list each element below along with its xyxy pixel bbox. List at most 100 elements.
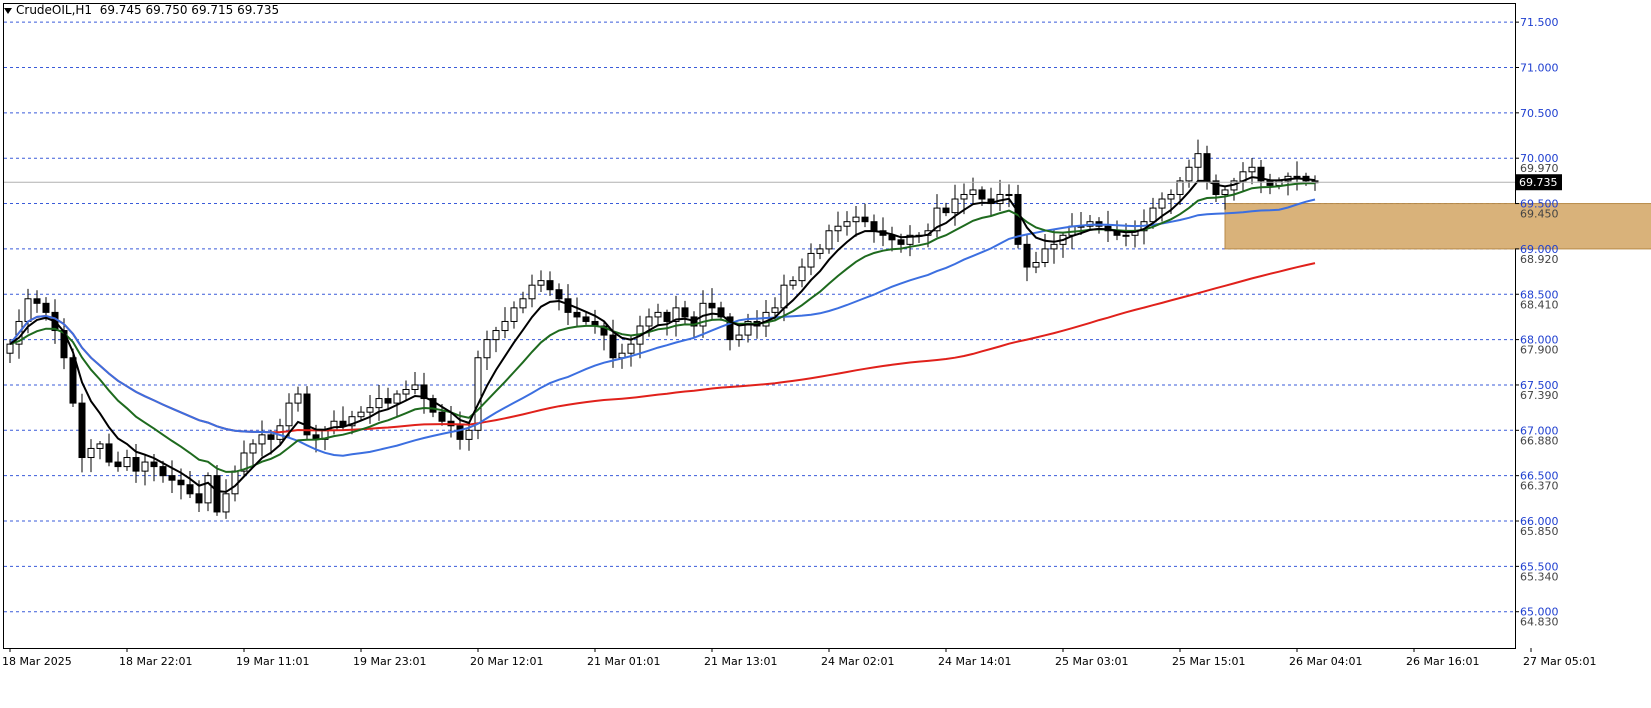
candle-body — [474, 357, 482, 431]
candle-body — [1122, 234, 1130, 237]
candle-body — [1203, 153, 1211, 182]
x-tick-label: 26 Mar 04:01 — [1289, 655, 1362, 668]
candle-body — [357, 411, 365, 418]
price-axis: 71.50071.00070.50070.00069.97069.50069.4… — [1515, 16, 1559, 629]
candle-body — [267, 434, 275, 440]
candle-body — [771, 307, 779, 313]
y-sub-label: 67.390 — [1520, 389, 1559, 402]
candle-body — [1032, 262, 1040, 268]
candle-body — [870, 221, 878, 232]
candle-body — [861, 216, 869, 223]
symbol-label: CrudeOIL,H1 — [16, 3, 93, 17]
x-tick-label: 24 Mar 14:01 — [938, 655, 1011, 668]
candle-body — [96, 443, 104, 449]
candle-body — [1167, 193, 1175, 200]
price-grid-lines — [4, 21, 1515, 613]
y-tick-label: 70.500 — [1520, 107, 1559, 120]
candle-body — [114, 461, 122, 468]
candle-body — [510, 307, 518, 322]
x-tick-label: 25 Mar 15:01 — [1172, 655, 1245, 668]
candle-body — [492, 330, 500, 341]
moving-averages — [9, 176, 1316, 493]
candle-body — [852, 216, 860, 223]
candle-body — [528, 284, 536, 300]
candle-body — [807, 252, 815, 268]
current-price-marker: 69.735 — [4, 174, 1562, 191]
candle-body — [960, 193, 968, 200]
candle-body — [735, 334, 743, 341]
x-tick-label: 21 Mar 01:01 — [587, 655, 660, 668]
candle-body — [996, 193, 1004, 205]
x-tick-label: 25 Mar 03:01 — [1055, 655, 1128, 668]
y-sub-label: 69.450 — [1520, 208, 1559, 221]
candle-body — [762, 311, 770, 327]
y-sub-label: 69.970 — [1520, 162, 1559, 175]
candle-body — [438, 411, 446, 422]
candle-body — [798, 266, 806, 282]
candle-body — [186, 484, 194, 495]
candle-body — [1293, 175, 1301, 178]
candle-body — [1050, 243, 1058, 250]
x-tick-label: 24 Mar 02:01 — [821, 655, 894, 668]
chevron-down-icon[interactable] — [4, 7, 12, 14]
y-sub-label: 66.370 — [1520, 480, 1559, 493]
current-price-label: 69.735 — [1519, 176, 1558, 189]
candle-body — [483, 339, 491, 359]
candle-body — [555, 289, 563, 300]
sma-medium-line — [9, 198, 1316, 457]
candle-body — [6, 343, 14, 354]
candle-body — [384, 398, 392, 404]
candle-body — [69, 357, 77, 404]
x-tick-label: 18 Mar 22:01 — [119, 655, 192, 668]
candle-body — [834, 225, 842, 232]
y-sub-label: 68.920 — [1520, 253, 1559, 266]
candle-body — [1005, 193, 1013, 196]
candle-body — [402, 388, 410, 395]
candle-body — [303, 393, 311, 436]
candle-body — [141, 461, 149, 472]
candle-body — [681, 307, 689, 318]
candle-body — [1248, 166, 1256, 173]
price-chart[interactable]: 71.50071.00070.50070.00069.97069.50069.4… — [0, 0, 1651, 708]
candle-body — [204, 475, 212, 504]
candle-body — [1275, 180, 1283, 186]
candle-body — [330, 420, 338, 431]
candle-body — [213, 475, 221, 513]
candle-body — [789, 280, 797, 286]
candle-body — [177, 479, 185, 486]
candle-body — [663, 311, 671, 322]
candle-body — [843, 221, 851, 227]
y-sub-label: 67.900 — [1520, 344, 1559, 357]
y-sub-label: 66.880 — [1520, 434, 1559, 447]
ema-fastest-line — [9, 176, 1316, 493]
y-sub-label: 68.410 — [1520, 298, 1559, 311]
candle-body — [222, 493, 230, 513]
candle-body — [609, 334, 617, 359]
candle-body — [1149, 207, 1157, 223]
candle-body — [1158, 198, 1166, 209]
candle-body — [294, 393, 302, 404]
sma-slow-line — [9, 262, 1316, 434]
candle-body — [546, 280, 554, 291]
chart-title[interactable]: CrudeOIL,H1 69.745 69.750 69.715 69.735 — [4, 3, 279, 17]
candle-body — [780, 284, 788, 309]
candle-body — [393, 393, 401, 404]
candle-body — [573, 311, 581, 318]
candle-body — [951, 198, 959, 214]
candle-body — [816, 248, 824, 254]
candle-body — [456, 425, 464, 440]
candle-body — [537, 280, 545, 286]
candle-body — [1185, 166, 1193, 182]
ohlc-readout: 69.745 69.750 69.715 69.735 — [99, 3, 280, 17]
time-axis: 18 Mar 2025 18 Mar 22:01 19 Mar 11:01 19 Ma… — [2, 648, 1596, 668]
candle-body — [411, 384, 419, 390]
candle-body — [168, 475, 176, 481]
x-tick-label: 26 Mar 16:01 — [1406, 655, 1479, 668]
candle-body — [249, 443, 257, 454]
candle-body — [1266, 180, 1274, 186]
x-tick-label: 20 Mar 12:01 — [470, 655, 543, 668]
y-sub-label: 64.830 — [1520, 616, 1559, 629]
candle-body — [627, 343, 635, 354]
candle-body — [78, 402, 86, 459]
candle-body — [33, 298, 41, 304]
